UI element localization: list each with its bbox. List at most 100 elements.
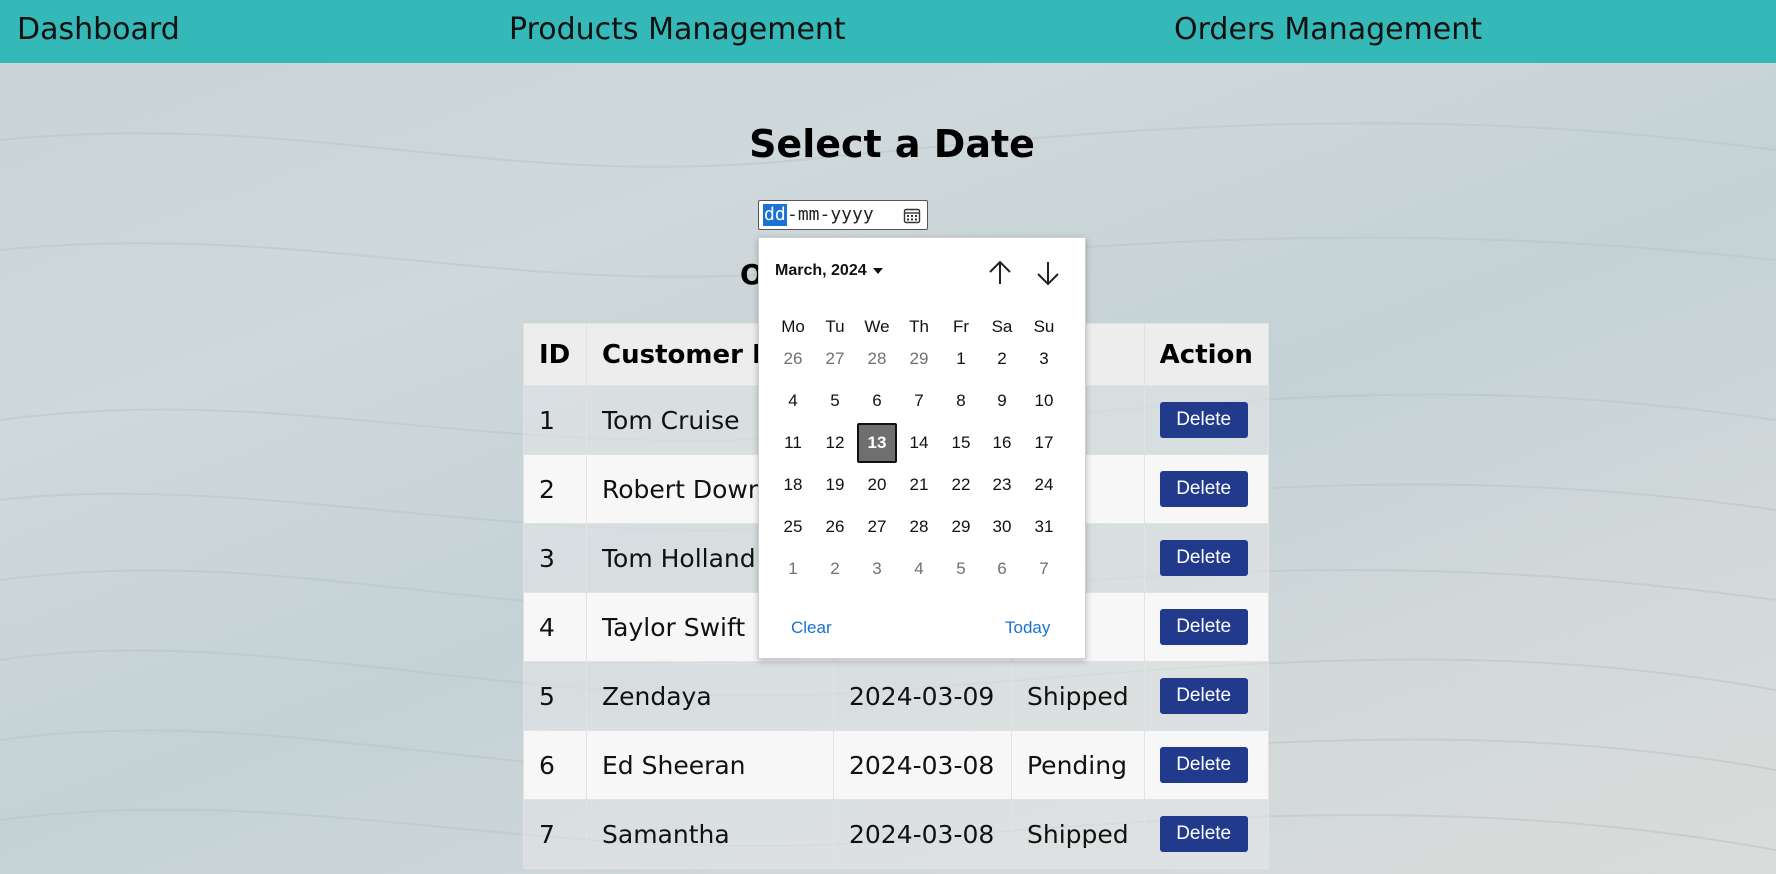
weekday-header: We [864, 317, 890, 336]
calendar-day[interactable]: 6 [857, 381, 897, 421]
calendar-day-selected[interactable]: 13 [857, 423, 897, 463]
calendar-day[interactable]: 29 [941, 507, 981, 547]
delete-button[interactable]: Delete [1159, 609, 1248, 645]
page-title: Select a Date [749, 122, 1035, 166]
month-year-selector[interactable]: March, 2024 [775, 262, 883, 280]
calendar-day-outside-month[interactable]: 29 [899, 339, 939, 379]
arrow-down-icon[interactable] [1033, 258, 1063, 288]
month-year-label: March, 2024 [775, 262, 867, 279]
cell-action: Delete [1143, 385, 1269, 455]
cell-id: 4 [523, 592, 587, 662]
calendar-day[interactable]: 12 [815, 423, 855, 463]
table-row: 6 Ed Sheeran 2024-03-08 Pending Delete [523, 730, 1269, 800]
cell-status: Shipped [1011, 661, 1145, 731]
cell-status: Pending [1011, 730, 1145, 800]
calendar-day-outside-month[interactable]: 7 [1024, 549, 1064, 589]
weekday-header: Sa [991, 317, 1013, 336]
arrow-up-icon[interactable] [985, 258, 1015, 288]
calendar-day[interactable]: 21 [899, 465, 939, 505]
calendar-day[interactable]: 24 [1024, 465, 1064, 505]
calendar-day[interactable]: 28 [899, 507, 939, 547]
weekday-header: Tu [825, 317, 845, 336]
calendar-day[interactable]: 2 [982, 339, 1022, 379]
calendar-day-outside-month[interactable]: 3 [857, 549, 897, 589]
calendar-day[interactable]: 16 [982, 423, 1022, 463]
calendar-day[interactable]: 14 [899, 423, 939, 463]
top-navbar: Dashboard Products Management Orders Man… [0, 0, 1776, 63]
nav-dashboard[interactable]: Dashboard [17, 12, 180, 47]
weekday-header: Fr [952, 317, 970, 336]
calendar-day-outside-month[interactable]: 28 [857, 339, 897, 379]
table-row: 7 Samantha 2024-03-08 Shipped Delete [523, 799, 1269, 869]
table-row: 5 Zendaya 2024-03-09 Shipped Delete [523, 661, 1269, 731]
calendar-day[interactable]: 23 [982, 465, 1022, 505]
cell-action: Delete [1143, 592, 1269, 662]
cell-customer: Ed Sheeran [586, 730, 834, 800]
calendar-day[interactable]: 31 [1024, 507, 1064, 547]
date-input[interactable]: dd -mm-yyyy [758, 200, 928, 230]
delete-button[interactable]: Delete [1159, 402, 1248, 438]
caret-down-icon [872, 267, 883, 274]
delete-button[interactable]: Delete [1159, 678, 1248, 714]
calendar-day[interactable]: 7 [899, 381, 939, 421]
cell-id: 3 [523, 523, 587, 593]
cell-id: 2 [523, 454, 587, 524]
calendar-day-outside-month[interactable]: 27 [815, 339, 855, 379]
cell-id: 5 [523, 661, 587, 731]
cell-action: Delete [1143, 661, 1269, 731]
cell-date: 2024-03-09 [833, 661, 1012, 731]
calendar-day[interactable]: 3 [1024, 339, 1064, 379]
calendar-day[interactable]: 10 [1024, 381, 1064, 421]
cell-action: Delete [1143, 523, 1269, 593]
calendar-day-outside-month[interactable]: 6 [982, 549, 1022, 589]
weekday-header: Mo [781, 317, 805, 336]
delete-button[interactable]: Delete [1159, 471, 1248, 507]
calendar-day[interactable]: 1 [941, 339, 981, 379]
nav-products-management[interactable]: Products Management [509, 12, 846, 47]
calendar-day[interactable]: 20 [857, 465, 897, 505]
calendar-day[interactable]: 30 [982, 507, 1022, 547]
nav-orders-management[interactable]: Orders Management [1174, 12, 1482, 47]
calendar-day[interactable]: 26 [815, 507, 855, 547]
calendar-day[interactable]: 8 [941, 381, 981, 421]
cell-date: 2024-03-08 [833, 730, 1012, 800]
calendar-day[interactable]: 25 [773, 507, 813, 547]
calendar-icon[interactable] [903, 207, 921, 225]
calendar-day[interactable]: 15 [941, 423, 981, 463]
today-button[interactable]: Today [1005, 618, 1050, 638]
cell-customer: Samantha [586, 799, 834, 869]
calendar-day[interactable]: 27 [857, 507, 897, 547]
calendar-day-outside-month[interactable]: 26 [773, 339, 813, 379]
delete-button[interactable]: Delete [1159, 747, 1248, 783]
calendar-day[interactable]: 18 [773, 465, 813, 505]
calendar-day[interactable]: 19 [815, 465, 855, 505]
cell-date: 2024-03-08 [833, 799, 1012, 869]
cell-action: Delete [1143, 454, 1269, 524]
date-picker-popup: March, 2024 Clear Today Mo Tu We Th Fr Sa Su 26… [758, 237, 1086, 659]
calendar-day[interactable]: 22 [941, 465, 981, 505]
calendar-day[interactable]: 5 [815, 381, 855, 421]
calendar-day-outside-month[interactable]: 1 [773, 549, 813, 589]
cell-action: Delete [1143, 799, 1269, 869]
calendar-day[interactable]: 4 [773, 381, 813, 421]
calendar-day[interactable]: 17 [1024, 423, 1064, 463]
header-action: Action [1143, 323, 1269, 386]
header-id: ID [523, 323, 587, 386]
delete-button[interactable]: Delete [1159, 540, 1248, 576]
date-input-day-segment[interactable]: dd [763, 204, 787, 226]
calendar-day-outside-month[interactable]: 2 [815, 549, 855, 589]
calendar-day[interactable]: 9 [982, 381, 1022, 421]
calendar-day[interactable]: 11 [773, 423, 813, 463]
cell-customer: Zendaya [586, 661, 834, 731]
weekday-header: Su [1033, 317, 1055, 336]
calendar-day-outside-month[interactable]: 5 [941, 549, 981, 589]
delete-button[interactable]: Delete [1159, 816, 1248, 852]
cell-id: 7 [523, 799, 587, 869]
cell-id: 6 [523, 730, 587, 800]
cell-id: 1 [523, 385, 587, 455]
clear-date-button[interactable]: Clear [791, 618, 832, 638]
calendar-day-outside-month[interactable]: 4 [899, 549, 939, 589]
weekday-header: Th [909, 317, 929, 336]
cell-action: Delete [1143, 730, 1269, 800]
date-input-month-year-segment[interactable]: -mm-yyyy [787, 204, 874, 226]
